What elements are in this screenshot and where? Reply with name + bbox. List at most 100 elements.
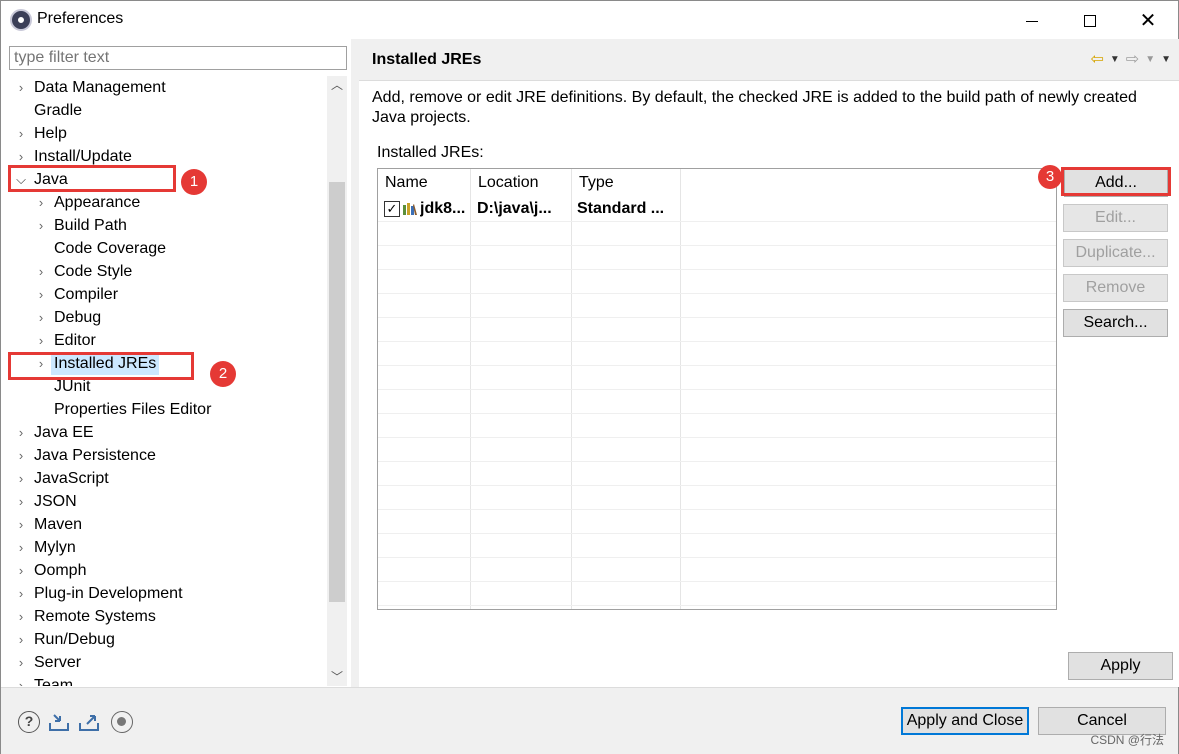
tree-item[interactable]: › Code Style xyxy=(1,260,329,283)
row-divider xyxy=(378,581,1056,582)
title-bar: Preferences ✕ xyxy=(1,1,1178,39)
tree-item[interactable]: › Compiler xyxy=(1,283,329,306)
column-header-location[interactable]: Location xyxy=(471,169,571,197)
tree-item[interactable]: › Team xyxy=(1,674,329,686)
row-divider xyxy=(378,605,1056,606)
chevron-right-icon[interactable]: › xyxy=(34,283,48,306)
chevron-right-icon[interactable]: › xyxy=(14,674,28,686)
annotation-number: 2 xyxy=(210,361,236,387)
chevron-right-icon[interactable]: › xyxy=(14,513,28,536)
record-icon[interactable] xyxy=(111,711,133,733)
tree-scrollbar[interactable]: ︿ ﹀ xyxy=(327,76,347,686)
tree-item[interactable]: › Debug xyxy=(1,306,329,329)
chevron-right-icon[interactable]: › xyxy=(14,467,28,490)
preferences-window: Preferences ✕ › Data Management Gradle › Hel… xyxy=(0,0,1179,754)
tree-item[interactable]: › Oomph xyxy=(1,559,329,582)
chevron-right-icon[interactable]: › xyxy=(14,122,28,145)
chevron-right-icon[interactable]: › xyxy=(34,214,48,237)
tree-item[interactable]: Gradle xyxy=(1,99,329,122)
scroll-up-icon[interactable]: ︿ xyxy=(327,76,347,94)
eclipse-icon xyxy=(10,9,32,31)
tree-item-label: Run/Debug xyxy=(34,631,115,648)
chevron-right-icon[interactable]: › xyxy=(14,651,28,674)
jre-location: D:\java\j... xyxy=(477,200,552,217)
chevron-right-icon[interactable]: › xyxy=(14,536,28,559)
tree-item[interactable]: › Editor xyxy=(1,329,329,352)
chevron-right-icon[interactable]: › xyxy=(14,605,28,628)
forward-dropdown-icon[interactable]: ▼ xyxy=(1145,54,1155,65)
apply-button[interactable]: Apply xyxy=(1068,652,1173,680)
scroll-down-icon[interactable]: ﹀ xyxy=(327,668,347,686)
tree-item-label: Plug-in Development xyxy=(34,585,183,602)
tree-item[interactable]: › Help xyxy=(1,122,329,145)
tree-item[interactable]: › Mylyn xyxy=(1,536,329,559)
annotation-number: 1 xyxy=(181,169,207,195)
tree-item[interactable]: › Plug-in Development xyxy=(1,582,329,605)
tree-item[interactable]: › Remote Systems xyxy=(1,605,329,628)
chevron-right-icon[interactable]: › xyxy=(14,421,28,444)
chevron-right-icon[interactable]: › xyxy=(14,582,28,605)
row-divider xyxy=(378,221,1056,222)
row-divider xyxy=(378,485,1056,486)
row-divider xyxy=(378,413,1056,414)
view-menu-icon[interactable]: ▼ xyxy=(1161,54,1171,65)
chevron-right-icon[interactable]: › xyxy=(34,260,48,283)
chevron-right-icon[interactable]: › xyxy=(14,76,28,99)
remove-button[interactable]: Remove xyxy=(1063,274,1168,302)
back-arrow-icon[interactable]: ⇦ xyxy=(1090,49,1103,69)
back-dropdown-icon[interactable]: ▼ xyxy=(1110,54,1120,65)
tree-item-label: Java Persistence xyxy=(34,447,156,464)
page-navigation: ⇦ ▼ ⇨ ▼ ▼ xyxy=(1090,49,1171,69)
chevron-right-icon[interactable]: › xyxy=(14,628,28,651)
tree-item[interactable]: Properties Files Editor xyxy=(1,398,329,421)
scrollbar-thumb[interactable] xyxy=(329,182,345,602)
maximize-button[interactable] xyxy=(1067,7,1113,35)
row-divider xyxy=(378,365,1056,366)
jre-table[interactable]: Name Location Type ✓ jdk8... D:\java\j..… xyxy=(377,168,1057,610)
page-header: Installed JREs ⇦ ▼ ⇨ ▼ ▼ xyxy=(359,39,1179,81)
apply-and-close-button[interactable]: Apply and Close xyxy=(901,707,1029,735)
column-header-type[interactable]: Type xyxy=(572,169,680,197)
tree-item[interactable]: › Run/Debug xyxy=(1,628,329,651)
chevron-right-icon[interactable]: › xyxy=(14,490,28,513)
forward-arrow-icon[interactable]: ⇨ xyxy=(1126,49,1139,69)
tree-item-label: Team xyxy=(34,677,74,686)
tree-item[interactable]: › Data Management xyxy=(1,76,329,99)
edit-button[interactable]: Edit... xyxy=(1063,204,1168,232)
tree-item[interactable]: › Maven xyxy=(1,513,329,536)
tree-item[interactable]: › Java Persistence xyxy=(1,444,329,467)
search-button[interactable]: Search... xyxy=(1063,309,1168,337)
duplicate-button[interactable]: Duplicate... xyxy=(1063,239,1168,267)
minimize-icon xyxy=(1026,20,1038,22)
chevron-right-icon[interactable]: › xyxy=(14,559,28,582)
chevron-right-icon[interactable]: › xyxy=(14,444,28,467)
tree-item-label: Code Style xyxy=(54,263,133,280)
tree-item[interactable]: › JavaScript xyxy=(1,467,329,490)
row-divider xyxy=(378,293,1056,294)
column-header-name[interactable]: Name xyxy=(378,169,470,197)
minimize-button[interactable] xyxy=(1009,7,1055,35)
chevron-right-icon[interactable]: › xyxy=(34,306,48,329)
tree-item[interactable]: › JSON xyxy=(1,490,329,513)
tree-item[interactable]: › Appearance xyxy=(1,191,329,214)
tree-item-label: Server xyxy=(34,654,82,671)
chevron-right-icon[interactable]: › xyxy=(34,191,48,214)
tree-item[interactable]: › Build Path xyxy=(1,214,329,237)
chevron-right-icon[interactable]: › xyxy=(34,329,48,352)
tree-item[interactable]: › Java EE xyxy=(1,421,329,444)
jre-checkbox[interactable]: ✓ xyxy=(384,201,400,217)
help-icon[interactable]: ? xyxy=(18,711,40,733)
tree-item-label: Oomph xyxy=(34,562,87,579)
dialog-footer: ? Apply and Close Cancel CSDN @行法 xyxy=(1,687,1178,754)
export-icon[interactable] xyxy=(78,711,100,733)
panel-sash[interactable] xyxy=(351,39,359,687)
row-divider xyxy=(378,557,1056,558)
import-icon[interactable] xyxy=(48,711,70,733)
preference-page: Installed JREs ⇦ ▼ ⇨ ▼ ▼ Add, remove or … xyxy=(359,39,1179,687)
filter-input[interactable] xyxy=(9,46,347,70)
annotation-box-java xyxy=(8,165,176,192)
page-title: Installed JREs xyxy=(372,51,482,68)
tree-item[interactable]: › Server xyxy=(1,651,329,674)
tree-item[interactable]: Code Coverage xyxy=(1,237,329,260)
close-button[interactable]: ✕ xyxy=(1125,7,1171,35)
